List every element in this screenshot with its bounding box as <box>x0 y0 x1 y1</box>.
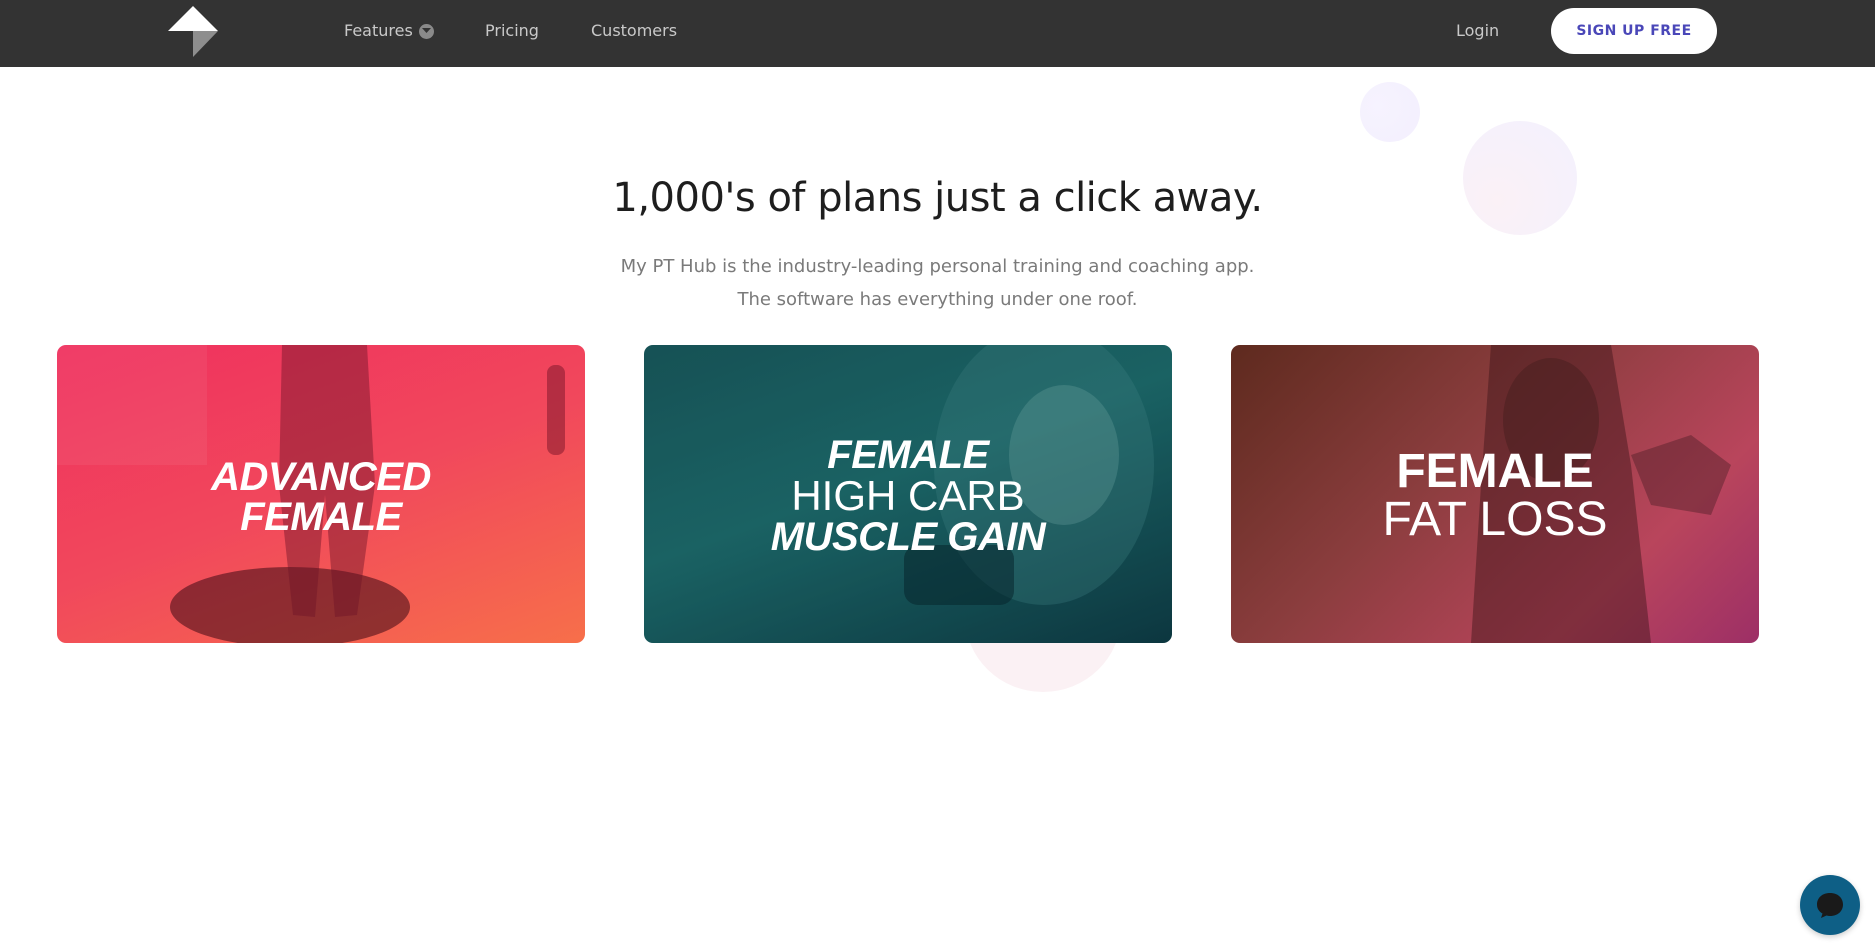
decorative-circle <box>1360 82 1420 142</box>
plan-card-female-high-carb-muscle-gain[interactable]: FEMALE HIGH CARB MUSCLE GAIN <box>644 345 1172 643</box>
plan-title-line: FEMALE <box>827 433 989 477</box>
plan-card-female-fat-loss[interactable]: FEMALE FAT LOSS <box>1231 345 1759 643</box>
chat-bubble-icon <box>1817 893 1843 918</box>
top-navigation-bar: Features Pricing Customers Login SIGN UP… <box>0 0 1875 67</box>
sign-up-free-button[interactable]: SIGN UP FREE <box>1551 8 1717 54</box>
chevron-down-icon <box>418 23 434 39</box>
hero-subtitle-line: The software has everything under one ro… <box>737 289 1138 310</box>
nav-pricing[interactable]: Pricing <box>485 20 539 42</box>
plan-card-title: ADVANCED FEMALE <box>57 457 585 537</box>
hero-subtitle-line: My PT Hub is the industry-leading person… <box>620 256 1255 277</box>
nav-features-label: Features <box>344 21 413 40</box>
plan-title-line: MUSCLE GAIN <box>770 515 1046 559</box>
plan-title-line: FAT LOSS <box>1382 493 1608 546</box>
hero-subtitle: My PT Hub is the industry-leading person… <box>0 250 1875 316</box>
nav-customers[interactable]: Customers <box>591 20 677 42</box>
chat-launcher-button[interactable] <box>1800 875 1860 935</box>
nav-login[interactable]: Login <box>1456 20 1499 42</box>
plan-title-line: FEMALE <box>240 495 402 539</box>
plan-title-line: ADVANCED <box>211 455 431 499</box>
plan-card-title: FEMALE HIGH CARB MUSCLE GAIN <box>644 435 1172 557</box>
plan-title-line: FEMALE <box>1396 445 1594 498</box>
nav-features[interactable]: Features <box>344 20 434 42</box>
brand-logo-icon[interactable] <box>166 4 220 58</box>
plan-card-advanced-female[interactable]: ADVANCED FEMALE <box>57 345 585 643</box>
plan-card-title: FEMALE FAT LOSS <box>1231 448 1759 544</box>
plan-title-line: HIGH CARB <box>791 472 1025 519</box>
page-title: 1,000's of plans just a click away. <box>612 175 1263 221</box>
